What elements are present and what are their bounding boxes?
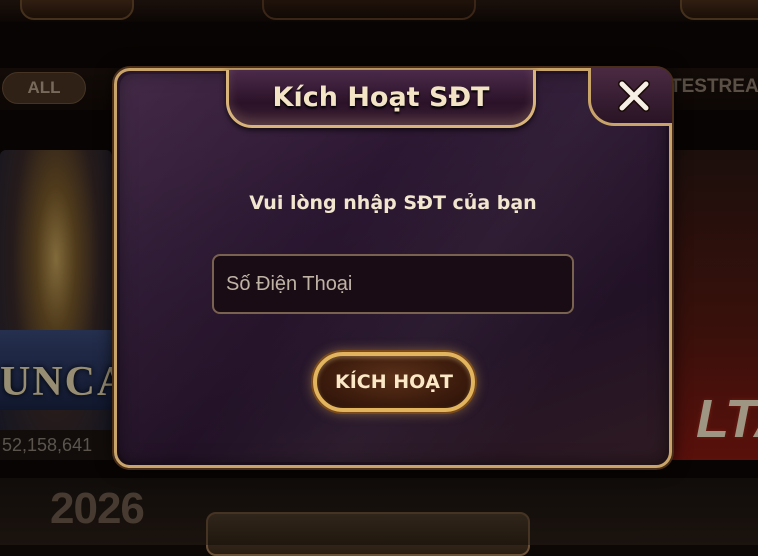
dialog-title: Kích Hoạt SĐT: [272, 82, 490, 113]
activate-button[interactable]: KÍCH HOẠT: [313, 352, 475, 412]
close-icon[interactable]: [614, 76, 654, 116]
phone-number-input[interactable]: [212, 254, 574, 314]
phone-prompt: Vui lòng nhập SĐT của bạn: [249, 192, 537, 214]
dialog-title-banner: Kích Hoạt SĐT: [226, 70, 536, 128]
